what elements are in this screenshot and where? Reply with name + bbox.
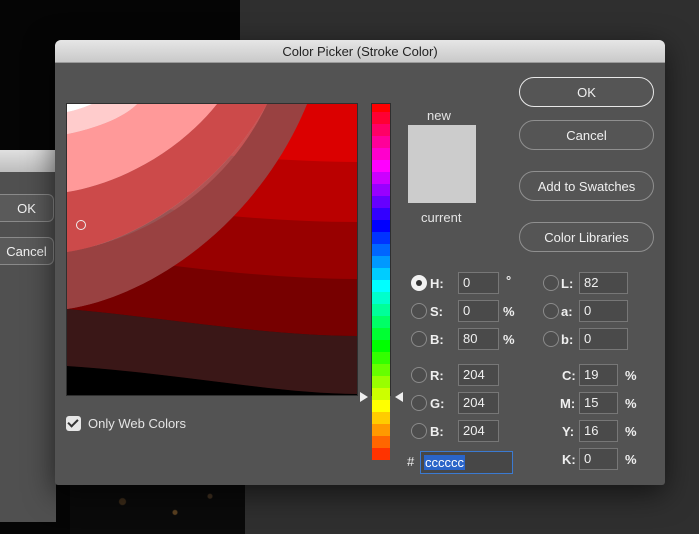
blue-radio[interactable] (411, 423, 427, 439)
m-input[interactable]: 15 (579, 392, 618, 414)
g-input[interactable]: 204 (458, 392, 499, 414)
b-label: B: (430, 332, 444, 347)
g-radio[interactable] (411, 395, 427, 411)
hue-slider[interactable] (371, 103, 391, 460)
y-label: Y: (562, 424, 575, 439)
only-web-colors-checkbox[interactable] (66, 416, 81, 431)
color-field[interactable] (66, 103, 358, 396)
color-libraries-button[interactable]: Color Libraries (519, 222, 654, 252)
l-label: L: (561, 276, 574, 291)
r-input[interactable]: 204 (458, 364, 499, 386)
l-input[interactable]: 82 (579, 272, 628, 294)
lab-b-label: b: (561, 332, 574, 347)
blue-input[interactable]: 204 (458, 420, 499, 442)
hue-slider-right-arrow-icon[interactable] (395, 392, 403, 402)
s-radio[interactable] (411, 303, 427, 319)
b-radio[interactable] (411, 331, 427, 347)
add-to-swatches-button[interactable]: Add to Swatches (519, 171, 654, 201)
current-color-swatch[interactable] (408, 165, 476, 203)
a-input[interactable]: 0 (579, 300, 628, 322)
k-unit: % (625, 452, 637, 467)
hex-label: # (407, 454, 415, 469)
c-input[interactable]: 19 (579, 364, 618, 386)
lab-b-input[interactable]: 0 (579, 328, 628, 350)
background-ok-button[interactable]: OK (0, 194, 54, 222)
lab-b-radio[interactable] (543, 331, 559, 347)
ok-button[interactable]: OK (519, 77, 654, 107)
hex-value: cccccc (424, 455, 465, 470)
hue-slider-left-arrow-icon[interactable] (360, 392, 368, 402)
cancel-button[interactable]: Cancel (519, 120, 654, 150)
blue-label: B: (430, 424, 444, 439)
r-radio[interactable] (411, 367, 427, 383)
y-input[interactable]: 16 (579, 420, 618, 442)
b-unit: % (503, 332, 515, 347)
only-web-colors-label: Only Web Colors (88, 416, 187, 431)
hex-input[interactable]: cccccc (420, 451, 513, 474)
k-label: K: (562, 452, 576, 467)
y-unit: % (625, 424, 637, 439)
h-radio[interactable] (411, 275, 427, 291)
g-label: G: (430, 396, 445, 411)
b-input[interactable]: 80 (458, 328, 499, 350)
r-label: R: (430, 368, 444, 383)
background-dialog-titlebar (0, 150, 56, 172)
color-picker-dialog: Color Picker (Stroke Color) new current … (55, 40, 665, 485)
s-input[interactable]: 0 (458, 300, 499, 322)
color-field-marker[interactable] (76, 220, 86, 230)
s-label: S: (430, 304, 443, 319)
m-label: M: (560, 396, 576, 411)
s-unit: % (503, 304, 515, 319)
c-label: C: (562, 368, 576, 383)
a-radio[interactable] (543, 303, 559, 319)
m-unit: % (625, 396, 637, 411)
a-label: a: (561, 304, 573, 319)
k-input[interactable]: 0 (579, 448, 618, 470)
background-photo (70, 480, 245, 534)
web-color-field (67, 104, 357, 395)
h-unit: ° (506, 273, 512, 288)
dialog-title: Color Picker (Stroke Color) (55, 40, 665, 63)
new-label: new (427, 108, 451, 123)
h-input[interactable]: 0 (458, 272, 499, 294)
c-unit: % (625, 368, 637, 383)
new-color-swatch (408, 125, 476, 165)
background-cancel-button[interactable]: Cancel (0, 237, 54, 265)
current-label: current (421, 210, 462, 225)
l-radio[interactable] (543, 275, 559, 291)
h-label: H: (430, 276, 444, 291)
